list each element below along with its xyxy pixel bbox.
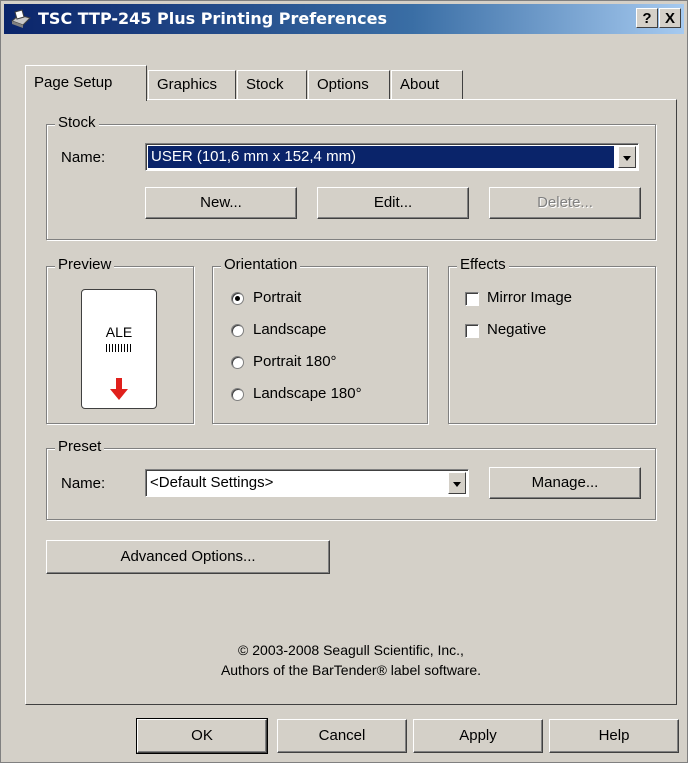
checkbox[interactable] [465,324,479,338]
tab-label: Stock [246,76,284,93]
help-button[interactable]: Help [549,719,679,753]
new-stock-button[interactable]: New... [145,187,297,219]
checkbox[interactable] [465,292,479,306]
preset-name-label: Name: [61,475,106,492]
delete-stock-button[interactable]: Delete... [489,187,641,219]
radio-button[interactable] [231,388,244,401]
button-label: New... [200,194,242,211]
tab-label: Graphics [157,76,218,93]
tab-label: Page Setup [34,74,113,91]
radio-label: Portrait 180° [253,353,337,370]
radio-button[interactable] [231,356,244,369]
preview-group-label: Preview [55,256,115,273]
edit-stock-button[interactable]: Edit... [317,187,469,219]
manage-preset-button[interactable]: Manage... [489,467,641,499]
radio-button[interactable] [231,324,244,337]
preview-sample-text: ALE [105,324,133,340]
ok-button[interactable]: OK [136,718,268,754]
button-label: Edit... [373,194,413,211]
feed-direction-arrow-icon [110,378,128,400]
page-setup-panel: Stock Name: USER (101,6 mm x 152,4 mm) N… [25,99,677,705]
printer-icon [10,9,32,33]
advanced-options-button[interactable]: Advanced Options... [46,540,330,574]
barcode-icon [106,344,132,352]
button-label: Cancel [318,727,366,744]
preset-group-label: Preset [55,438,105,455]
window-title: TSC TTP-245 Plus Printing Preferences [38,9,388,28]
button-label: Apply [459,727,497,744]
tab-graphics[interactable]: Graphics [148,70,236,99]
title-bar[interactable]: TSC TTP-245 Plus Printing Preferences ? … [4,4,684,34]
stock-name-value: USER (101,6 mm x 152,4 mm) [148,146,614,168]
checkbox-label: Negative [487,321,547,338]
orientation-group-label: Orientation [221,256,301,273]
copyright-notice: © 2003-2008 Seagull Scientific, Inc., Au… [26,640,676,680]
stock-group-label: Stock [55,114,99,131]
effects-group-label: Effects [457,256,509,273]
button-label: Delete... [537,194,593,211]
chevron-down-icon[interactable] [618,146,636,168]
label-preview: ALE [81,289,157,409]
cancel-button[interactable]: Cancel [277,719,407,753]
tab-stock[interactable]: Stock [237,70,307,99]
orientation-group: Orientation Portrait Landscape Portrait … [212,256,428,424]
button-label: OK [191,727,213,744]
stock-name-dropdown[interactable]: USER (101,6 mm x 152,4 mm) [145,143,639,171]
preview-group: Preview ALE [46,256,194,424]
copyright-line-1: © 2003-2008 Seagull Scientific, Inc., [238,642,464,658]
apply-button[interactable]: Apply [413,719,543,753]
button-label: Advanced Options... [120,548,256,565]
radio-label: Landscape [253,321,327,338]
radio-label: Portrait [253,289,302,306]
help-title-button[interactable]: ? [636,8,658,28]
close-button[interactable]: X [659,8,681,28]
preset-name-value: <Default Settings> [150,474,274,491]
tab-label: About [400,76,440,93]
tab-page-setup[interactable]: Page Setup [25,65,147,101]
printing-preferences-window: TSC TTP-245 Plus Printing Preferences ? … [0,0,688,763]
close-icon: X [664,10,675,27]
radio-label: Landscape 180° [253,385,362,402]
checkbox-label: Mirror Image [487,289,573,306]
button-label: Help [598,727,630,744]
chevron-down-icon[interactable] [448,472,466,494]
effects-group: Effects Mirror Image Negative [448,256,656,424]
stock-name-label: Name: [61,149,106,166]
tab-options[interactable]: Options [308,70,390,99]
tab-about[interactable]: About [391,70,463,99]
radio-button[interactable] [231,292,244,305]
preset-name-dropdown[interactable]: <Default Settings> [145,469,469,497]
tab-label: Options [317,76,369,93]
preset-group: Preset Name: <Default Settings> Manage..… [46,438,656,520]
button-label: Manage... [531,474,599,491]
stock-group: Stock Name: USER (101,6 mm x 152,4 mm) N… [46,114,656,240]
copyright-line-2: Authors of the BarTender® label software… [220,662,482,678]
